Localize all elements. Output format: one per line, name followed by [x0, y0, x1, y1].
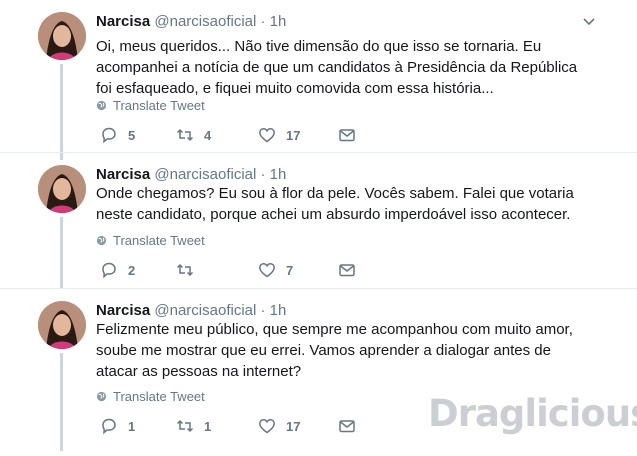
thread-line: [60, 217, 63, 289]
avatar[interactable]: [38, 301, 86, 349]
translate-link[interactable]: Translate Tweet: [96, 389, 205, 404]
tweet[interactable]: Narcisa @narcisaoficial · 1h Oi, meus qu…: [0, 12, 637, 160]
envelope-icon: [339, 264, 355, 277]
reply-button[interactable]: 1: [100, 417, 135, 435]
reply-count: 2: [128, 262, 136, 278]
tweet-actions: 5 4 17: [100, 126, 360, 146]
heart-icon: [259, 418, 275, 434]
thread-line: [60, 353, 63, 451]
retweet-icon: [176, 128, 194, 142]
heart-icon: [259, 127, 275, 143]
direct-message-button[interactable]: [338, 126, 356, 144]
globe-icon: [96, 391, 107, 402]
author-name[interactable]: Narcisa: [96, 302, 150, 319]
author-handle[interactable]: @narcisaoficial: [154, 13, 256, 30]
tweet-header: Narcisa @narcisaoficial · 1h: [96, 165, 286, 185]
like-count: 17: [286, 418, 301, 434]
like-button[interactable]: 17: [258, 417, 300, 435]
retweet-button[interactable]: [176, 261, 204, 279]
divider: [0, 288, 637, 289]
tweet-header: Narcisa @narcisaoficial · 1h: [96, 301, 286, 321]
reply-icon: [102, 127, 116, 144]
reply-count: 5: [128, 127, 136, 143]
like-count: 17: [286, 127, 301, 143]
author-name[interactable]: Narcisa: [96, 166, 150, 183]
envelope-icon: [339, 420, 355, 433]
separator-dot: ·: [260, 166, 266, 183]
like-button[interactable]: 17: [258, 126, 300, 144]
avatar-image: [38, 12, 86, 60]
reply-button[interactable]: 2: [100, 261, 135, 279]
retweet-count: 4: [204, 127, 212, 143]
timestamp[interactable]: 1h: [270, 166, 287, 183]
retweet-icon: [176, 263, 194, 277]
retweet-button[interactable]: 4: [176, 126, 211, 144]
author-handle[interactable]: @narcisaoficial: [154, 166, 256, 183]
timestamp[interactable]: 1h: [270, 302, 287, 319]
author-handle[interactable]: @narcisaoficial: [154, 302, 256, 319]
direct-message-button[interactable]: [338, 417, 356, 435]
reply-icon: [102, 418, 116, 435]
author-name[interactable]: Narcisa: [96, 13, 150, 30]
separator-dot: ·: [260, 13, 266, 30]
avatar-image: [38, 301, 86, 349]
tweet-actions: 1 1 17: [100, 417, 360, 437]
reply-icon: [102, 262, 116, 279]
reply-button[interactable]: 5: [100, 126, 135, 144]
tweet-text: Onde chegamos? Eu sou à flor da pele. Vo…: [96, 185, 574, 223]
avatar[interactable]: [38, 165, 86, 213]
avatar[interactable]: [38, 12, 86, 60]
chevron-down-icon[interactable]: [582, 15, 596, 29]
tweet-actions: 2 7: [100, 261, 360, 281]
retweet-icon: [176, 419, 194, 433]
thread-line: [60, 64, 63, 160]
direct-message-button[interactable]: [338, 261, 356, 279]
heart-icon: [259, 262, 275, 278]
tweet-header: Narcisa @narcisaoficial · 1h: [96, 12, 286, 32]
tweet-text: Felizmente meu público, que sempre me ac…: [96, 321, 573, 380]
like-button[interactable]: 7: [258, 261, 293, 279]
translate-link[interactable]: Translate Tweet: [96, 98, 205, 113]
tweet-text: Oi, meus queridos... Não tive dimensão d…: [96, 38, 578, 97]
reply-count: 1: [128, 418, 136, 434]
timestamp[interactable]: 1h: [270, 13, 287, 30]
globe-icon: [96, 235, 107, 246]
watermark-logo: Draglicious: [428, 392, 637, 435]
retweet-count: 1: [204, 418, 212, 434]
translate-label[interactable]: Translate Tweet: [113, 389, 205, 404]
globe-icon: [96, 100, 107, 111]
translate-label[interactable]: Translate Tweet: [113, 98, 205, 113]
divider: [0, 152, 637, 153]
envelope-icon: [339, 129, 355, 142]
tweet[interactable]: Narcisa @narcisaoficial · 1h Onde chegam…: [0, 165, 637, 289]
translate-label[interactable]: Translate Tweet: [113, 233, 205, 248]
retweet-button[interactable]: 1: [176, 417, 211, 435]
translate-link[interactable]: Translate Tweet: [96, 233, 205, 248]
like-count: 7: [286, 262, 294, 278]
separator-dot: ·: [260, 302, 266, 319]
avatar-image: [38, 165, 86, 213]
